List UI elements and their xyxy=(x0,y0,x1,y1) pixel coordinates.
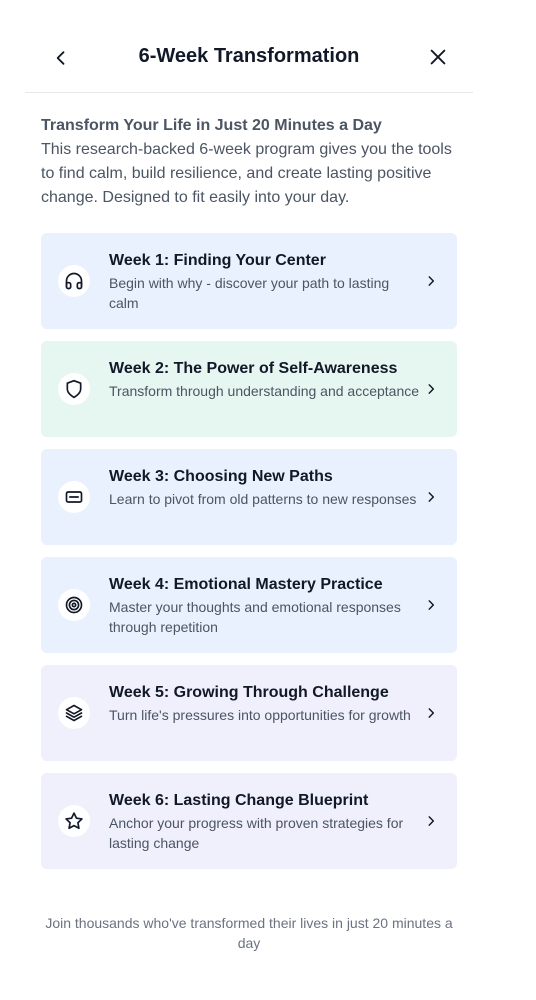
target-icon xyxy=(65,596,83,614)
intro-body: This research-backed 6-week program give… xyxy=(41,141,452,206)
week-title: Week 6: Lasting Change Blueprint xyxy=(109,792,369,809)
week-title: Week 1: Finding Your Center xyxy=(109,252,326,269)
close-icon xyxy=(430,49,446,65)
week-title: Week 5: Growing Through Challenge xyxy=(109,684,389,701)
chevron-right-icon xyxy=(428,816,435,826)
page-title: 6-Week Transformation xyxy=(138,45,360,67)
week-description: Anchor your progress with proven strateg… xyxy=(109,815,404,851)
week-description: Begin with why - discover your path to l… xyxy=(109,275,390,311)
star-icon xyxy=(65,812,83,830)
week-list: Week 1: Finding Your Center Begin with w… xyxy=(41,233,457,881)
week-description: Turn life's pressures into opportunities… xyxy=(109,707,411,723)
week-description: Transform through understanding and acce… xyxy=(109,383,420,399)
week-title: Week 3: Choosing New Paths xyxy=(109,468,333,485)
intro: Transform Your Life in Just 20 Minutes a… xyxy=(41,114,461,210)
chevron-right-icon xyxy=(428,492,435,502)
footer-text: Join thousands who've transformed their … xyxy=(45,915,453,951)
back-button[interactable] xyxy=(47,44,75,72)
headphones-icon xyxy=(65,272,83,290)
week-description: Master your thoughts and emotional respo… xyxy=(109,599,401,635)
header: 6-Week Transformation xyxy=(25,20,473,93)
week-card-4[interactable]: Week 4: Emotional Mastery Practice Maste… xyxy=(41,557,457,653)
week-card-3[interactable]: Week 3: Choosing New Paths Learn to pivo… xyxy=(41,449,457,545)
chevron-right-icon xyxy=(428,600,435,610)
week-card-6[interactable]: Week 6: Lasting Change Blueprint Anchor … xyxy=(41,773,457,869)
intro-heading: Transform Your Life in Just 20 Minutes a… xyxy=(41,117,382,134)
chevron-right-icon xyxy=(428,384,435,394)
week-card-1[interactable]: Week 1: Finding Your Center Begin with w… xyxy=(41,233,457,329)
chevron-left-icon xyxy=(56,51,65,65)
card-icon xyxy=(65,491,83,503)
week-description: Learn to pivot from old patterns to new … xyxy=(109,491,417,507)
week-card-5[interactable]: Week 5: Growing Through Challenge Turn l… xyxy=(41,665,457,761)
week-title: Week 2: The Power of Self-Awareness xyxy=(109,360,398,377)
close-button[interactable] xyxy=(423,42,453,72)
chevron-right-icon xyxy=(428,276,435,286)
week-card-2[interactable]: Week 2: The Power of Self-Awareness Tran… xyxy=(41,341,457,437)
week-title: Week 4: Emotional Mastery Practice xyxy=(109,576,383,593)
shield-icon xyxy=(66,379,82,399)
layers-icon xyxy=(65,704,83,722)
chevron-right-icon xyxy=(428,708,435,718)
